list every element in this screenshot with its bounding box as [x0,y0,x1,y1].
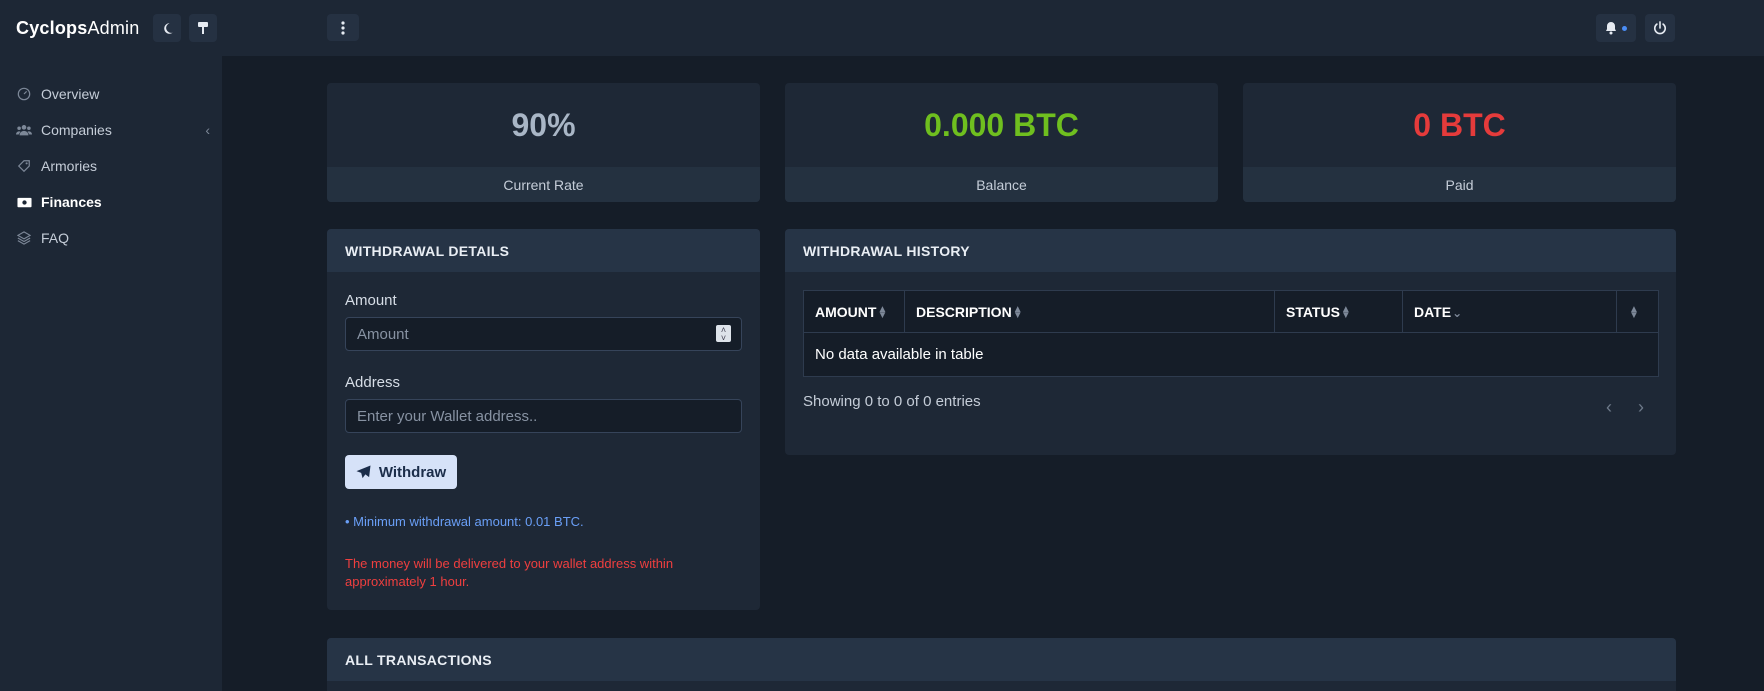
paint-roller-icon [198,22,209,34]
empty-table-message: No data available in table [803,332,1659,377]
stat-value: 90% [511,106,576,143]
table-info: Showing 0 to 0 of 0 entries [803,393,981,410]
address-label: Address [345,374,401,391]
customize-button[interactable] [189,14,218,42]
sort-icon: ▲ ▼ [1340,303,1351,321]
amount-stepper[interactable]: ˄ ˅ [716,325,731,342]
stat-label: Current Rate [327,167,760,202]
wallet-address-input[interactable] [345,399,742,433]
moon-icon [164,22,173,34]
pagination-next-icon[interactable]: › [1638,397,1644,418]
withdrawal-details-card: WITHDRAWAL DETAILS Amount ˄ ˅ Address Wi… [327,229,760,610]
column-header-description[interactable]: DESCRIPTION▲ ▼ [904,290,1275,333]
column-header-date[interactable]: DATE⌄ [1402,290,1617,333]
users-icon [16,122,32,138]
sidebar-item-finances[interactable]: Finances [0,184,222,220]
withdrawal-history-table: AMOUNT▲ ▼ DESCRIPTION▲ ▼ STATUS▲ ▼ DATE⌄ ▲ ▼… [803,290,1659,377]
tag-icon [16,158,32,174]
sidebar-item-label: Armories [41,158,98,174]
card-title: ALL TRANSACTIONS [327,638,1676,681]
card-title: WITHDRAWAL DETAILS [327,229,760,272]
sort-desc-icon: ⌄ [1452,305,1463,320]
amount-label: Amount [345,292,397,309]
sidebar-item-armories[interactable]: Armories [0,148,222,184]
dots-vertical-icon [341,20,345,35]
chevron-left-icon: ‹ [205,122,210,138]
logout-button[interactable] [1645,14,1675,42]
card-title: WITHDRAWAL HISTORY [785,229,1676,272]
pagination-previous-icon[interactable]: ‹ [1606,397,1612,418]
withdrawal-history-card: WITHDRAWAL HISTORY AMOUNT▲ ▼ DESCRIPTION▲… [785,229,1676,455]
minimum-withdrawal-hint: • Minimum withdrawal amount: 0.01 BTC. [345,514,584,529]
power-icon [1654,21,1666,35]
stat-card-paid: 0 BTC Paid [1243,83,1676,202]
delivery-warning: The money will be delivered to your wall… [345,556,674,589]
sort-icon: ▲ ▼ [1629,303,1639,321]
column-header-actions[interactable]: ▲ ▼ [1616,290,1659,333]
stat-value: 0.000 BTC [924,106,1079,143]
gauge-icon [16,86,32,102]
stat-label: Paid [1243,167,1676,202]
paper-plane-icon [356,465,371,479]
withdraw-button[interactable]: Withdraw [345,455,457,489]
sidebar-item-label: Finances [41,194,102,210]
stat-card-balance: 0.000 BTC Balance [785,83,1218,202]
table-header-row: AMOUNT▲ ▼ DESCRIPTION▲ ▼ STATUS▲ ▼ DATE⌄ ▲ ▼ [803,290,1659,333]
sidebar-item-label: Companies [41,122,112,138]
sidebar-nav: Overview Companies ‹ Armories Finances F… [0,76,222,256]
bell-icon [1606,22,1616,35]
layers-icon [16,230,32,246]
notification-dot [1622,25,1627,31]
all-transactions-card: ALL TRANSACTIONS [327,638,1676,691]
sidebar-item-companies[interactable]: Companies ‹ [0,112,222,148]
amount-field-wrap: ˄ ˅ [327,317,760,351]
money-bill-icon [16,194,32,210]
stat-value: 0 BTC [1413,106,1506,143]
notifications-button[interactable] [1596,14,1636,42]
stat-card-current-rate: 90% Current Rate [327,83,760,202]
table-row: No data available in table [803,332,1659,377]
withdraw-button-label: Withdraw [378,463,447,481]
column-header-amount[interactable]: AMOUNT▲ ▼ [803,290,905,333]
sidebar-item-faq[interactable]: FAQ [0,220,222,256]
topbar [222,0,1764,56]
chevron-down-icon: ˅ [720,332,727,343]
stat-label: Balance [785,167,1218,202]
amount-input[interactable] [345,317,742,351]
sidebar-item-label: FAQ [41,230,70,246]
sidebar-item-overview[interactable]: Overview [0,76,222,112]
theme-toggle-button[interactable] [153,14,182,42]
sidebar: CyclopsAdmin Overview Companies ‹ Armori… [0,0,222,691]
sidebar-item-label: Overview [41,86,100,102]
brand: CyclopsAdmin [0,0,222,56]
sort-icon: ▲ ▼ [877,303,888,321]
sort-icon: ▲ ▼ [1012,303,1023,321]
column-header-status[interactable]: STATUS▲ ▼ [1274,290,1403,333]
more-options-button[interactable] [327,14,359,41]
brand-logo[interactable]: CyclopsAdmin [16,18,139,39]
